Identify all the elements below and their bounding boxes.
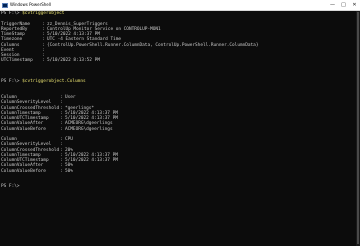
command-text: $cvtriggerobject.Columns bbox=[19, 79, 86, 85]
property-value: CPU bbox=[65, 137, 73, 142]
maximize-button[interactable]: □ bbox=[338, 0, 349, 10]
minimize-icon: — bbox=[330, 2, 335, 8]
property-value: *geerlings* bbox=[65, 105, 95, 111]
column-output-cpu: Column: CPU ColumnSeverityLevel: ColumnCros… bbox=[1, 137, 356, 174]
close-button[interactable]: ✕ bbox=[349, 0, 360, 10]
title-bar[interactable]: Windows PowerShell — □ ✕ bbox=[0, 0, 360, 11]
window-title: Windows PowerShell bbox=[10, 2, 51, 7]
powershell-window: Windows PowerShell — □ ✕ PS F:\> $cvtrig… bbox=[0, 0, 360, 246]
property-name: ColumnValueBefore bbox=[1, 168, 46, 174]
property-value: ACMEORG\dgeerlings bbox=[65, 126, 113, 132]
vertical-scrollbar[interactable] bbox=[356, 11, 360, 246]
command-line: PS F:\> bbox=[1, 184, 356, 189]
close-icon: ✕ bbox=[352, 2, 357, 8]
prompt: PS F:\> bbox=[1, 11, 20, 16]
property-value: 20% bbox=[65, 147, 73, 153]
property-value: zz_Dennis_SuperTriggers bbox=[47, 21, 108, 27]
property-value: 5/10/2022 4:13:37 PM bbox=[65, 110, 118, 116]
minimize-button[interactable]: — bbox=[327, 0, 338, 10]
window-controls: — □ ✕ bbox=[327, 0, 360, 10]
property-name: UTCTimestamp bbox=[1, 58, 33, 64]
property-value: 5/10/2022 8:13:52 PM bbox=[47, 58, 100, 64]
property-value: 50% bbox=[65, 163, 73, 169]
prompt: PS F:\> bbox=[1, 184, 20, 190]
property-value: UTC -4 Eastern Standard Time bbox=[47, 37, 122, 43]
column-output-user: Column: User ColumnSeverityLevel: ColumnCro… bbox=[1, 95, 356, 132]
maximize-icon: □ bbox=[341, 2, 346, 8]
property-value: 5/10/2022 4:13:37 PM bbox=[65, 152, 118, 158]
console-output[interactable]: PS F:\> $cvtriggerobject TriggerName: zz_… bbox=[0, 11, 356, 246]
property-value: {ControlUp.PowerShell.Runner.ColumnData,… bbox=[47, 42, 259, 48]
scrollbar-thumb[interactable] bbox=[357, 12, 359, 244]
trigger-object-output: TriggerName: zz_Dennis_SuperTriggers Repor… bbox=[1, 22, 356, 64]
property-value: User bbox=[65, 95, 76, 100]
prompt: PS F:\> bbox=[1, 79, 20, 85]
property-value: 50% bbox=[65, 168, 73, 174]
property-value: ACMEORG\dgeerlings bbox=[65, 121, 113, 127]
powershell-icon bbox=[2, 2, 8, 8]
property-value: ControlUp Monitor Service on CONTROLUP-M… bbox=[47, 26, 161, 32]
command-text: $cvtriggerobject bbox=[19, 11, 65, 16]
property-name: ColumnValueBefore bbox=[1, 126, 46, 132]
